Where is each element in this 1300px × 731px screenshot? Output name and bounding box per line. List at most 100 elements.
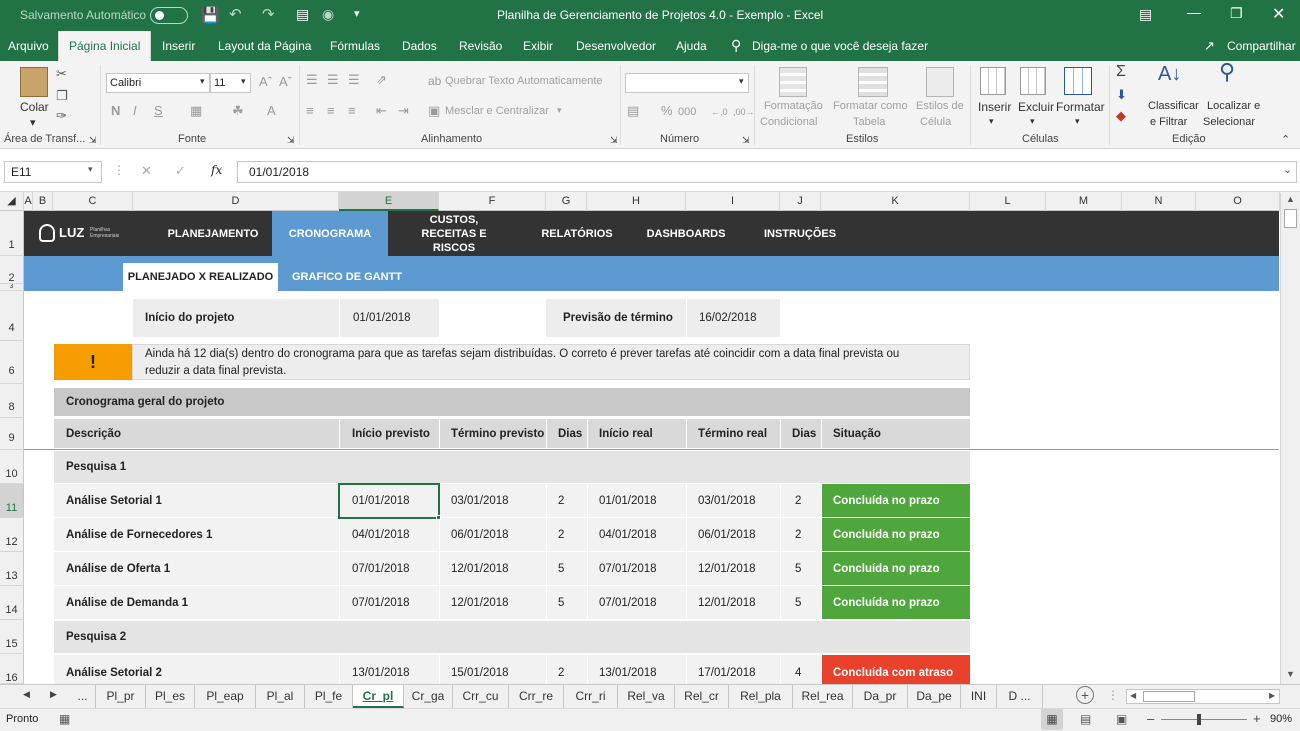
italic-icon[interactable]: I xyxy=(133,104,137,118)
task-dr-cell[interactable]: 4 xyxy=(781,655,821,684)
row-header-selected[interactable]: 11 xyxy=(0,484,24,518)
task-tp-cell[interactable]: 03/01/2018 xyxy=(440,484,546,517)
col-header-n[interactable]: N xyxy=(1122,192,1196,211)
redo-icon[interactable]: ↷ xyxy=(262,5,275,23)
fill-icon[interactable]: ⬇ xyxy=(1116,88,1127,102)
row-header[interactable]: 14 xyxy=(0,586,24,620)
task-desc-cell[interactable]: Análise Setorial 1 xyxy=(54,484,339,517)
print-preview-icon[interactable]: ▤ xyxy=(296,6,309,23)
sheet-tab-pl-fe[interactable]: Pl_fe xyxy=(305,685,353,708)
select-all[interactable]: ◢ xyxy=(0,192,24,211)
cut-icon[interactable]: ✂ xyxy=(56,67,67,81)
align-center-icon[interactable]: ≡ xyxy=(327,104,335,118)
zoom-in-icon[interactable]: + xyxy=(1253,711,1261,726)
subtab-gantt[interactable]: GRAFICO DE GANTT xyxy=(284,263,410,291)
find-select-button[interactable]: Localizar e xyxy=(1207,100,1260,112)
confirm-entry-icon[interactable]: ✓ xyxy=(175,163,186,179)
ribbon-display-icon[interactable]: ▤ xyxy=(1139,6,1152,23)
autosave-toggle[interactable] xyxy=(150,7,188,24)
col-header-h[interactable]: H xyxy=(587,192,686,211)
row-header[interactable]: 3 xyxy=(0,284,24,291)
tab-desenvolvedor[interactable]: Desenvolvedor xyxy=(574,31,658,61)
more-sheets-left[interactable]: ... xyxy=(70,685,96,708)
format-as-table-label[interactable]: Formatar como xyxy=(833,100,908,112)
expand-formula-icon[interactable]: ⌄ xyxy=(1283,163,1292,176)
task-ip-cell[interactable]: 13/01/2018 xyxy=(340,655,439,684)
task-dp-cell[interactable]: 5 xyxy=(547,586,587,619)
task-tp-cell[interactable]: 12/01/2018 xyxy=(440,586,546,619)
col-header-i[interactable]: I xyxy=(686,192,780,211)
delete-cells-icon[interactable] xyxy=(1020,67,1046,95)
task-tp-cell[interactable]: 15/01/2018 xyxy=(440,655,546,684)
status-badge[interactable]: Concluída no prazo xyxy=(822,586,970,619)
status-badge[interactable]: Concluída no prazo xyxy=(822,518,970,551)
nav-custos[interactable]: CUSTOS, RECEITAS E RISCOS xyxy=(403,211,505,256)
clear-icon[interactable]: ◆ xyxy=(1116,109,1126,123)
row-header[interactable]: 15 xyxy=(0,620,24,654)
nav-cronograma[interactable]: CRONOGRAMA xyxy=(272,211,388,256)
sheet-tab-crr-ri[interactable]: Crr_ri xyxy=(564,685,618,708)
sort-filter-icon[interactable]: A↓ xyxy=(1158,64,1181,84)
camera-icon[interactable]: ◉ xyxy=(322,6,334,23)
tab-formulas[interactable]: Fórmulas xyxy=(328,31,382,61)
find-select-label2[interactable]: Selecionar xyxy=(1203,116,1255,128)
col-header-g[interactable]: G xyxy=(546,192,587,211)
task-ir-cell[interactable]: 01/01/2018 xyxy=(588,484,686,517)
nav-relatorios[interactable]: RELATÓRIOS xyxy=(530,211,624,256)
task-tr-cell[interactable]: 06/01/2018 xyxy=(687,518,780,551)
scroll-right-icon[interactable]: ▶ xyxy=(1269,691,1275,700)
row-header[interactable]: 6 xyxy=(0,341,24,384)
format-painter-icon[interactable]: ✑ xyxy=(56,109,67,123)
tab-inserir[interactable]: Inserir xyxy=(160,31,197,61)
merge-center-button[interactable]: Mesclar e Centralizar xyxy=(445,105,549,117)
share-button[interactable]: Compartilhar xyxy=(1225,31,1298,61)
sheet-tab-rel-pla[interactable]: Rel_pla xyxy=(729,685,793,708)
insert-cells-icon[interactable] xyxy=(980,67,1006,95)
status-badge[interactable]: Concluída no prazo xyxy=(822,552,970,585)
task-tp-cell[interactable]: 12/01/2018 xyxy=(440,552,546,585)
col-header-m[interactable]: M xyxy=(1046,192,1122,211)
copy-icon[interactable]: ❐ xyxy=(56,89,68,103)
status-badge[interactable]: Concluída no prazo xyxy=(822,484,970,517)
row-header[interactable]: 8 xyxy=(0,384,24,418)
status-badge[interactable]: Concluída com atraso xyxy=(822,655,970,684)
task-dp-cell[interactable]: 2 xyxy=(547,484,587,517)
sheet-tab-rel-cr[interactable]: Rel_cr xyxy=(675,685,729,708)
align-bottom-icon[interactable]: ☰ xyxy=(348,73,360,87)
col-header-d[interactable]: D xyxy=(133,192,339,211)
task-ir-cell[interactable]: 07/01/2018 xyxy=(588,586,686,619)
formula-input[interactable]: 01/01/2018 xyxy=(237,161,1297,183)
task-desc-cell[interactable]: Análise de Demanda 1 xyxy=(54,586,339,619)
task-ir-cell[interactable]: 13/01/2018 xyxy=(588,655,686,684)
nav-dashboards[interactable]: DASHBOARDS xyxy=(639,211,733,256)
col-header-a[interactable]: A xyxy=(24,192,33,211)
task-dr-cell[interactable]: 5 xyxy=(781,586,821,619)
task-desc-cell[interactable]: Análise de Fornecedores 1 xyxy=(54,518,339,551)
decrease-indent-icon[interactable]: ⇤ xyxy=(376,104,387,118)
zoom-level[interactable]: 90% xyxy=(1270,713,1292,725)
autosum-icon[interactable]: Σ xyxy=(1116,64,1126,80)
sort-filter-label2[interactable]: e Filtrar xyxy=(1150,116,1187,128)
group-row[interactable]: Pesquisa 1 xyxy=(54,451,970,483)
increase-indent-icon[interactable]: ⇥ xyxy=(398,104,409,118)
page-break-view-icon[interactable]: ▣ xyxy=(1116,712,1127,726)
sheet-tab-rel-rea[interactable]: Rel_rea xyxy=(793,685,853,708)
borders-icon[interactable]: ▦ xyxy=(190,104,202,118)
sheet-tab-crr-re[interactable]: Crr_re xyxy=(509,685,564,708)
insert-cells-button[interactable]: Inserir xyxy=(978,100,1011,114)
normal-view-icon[interactable]: ▦ xyxy=(1041,709,1063,730)
delete-cells-button[interactable]: Excluir xyxy=(1018,100,1054,114)
col-header-l[interactable]: L xyxy=(970,192,1046,211)
tell-me-search[interactable]: Diga-me o que você deseja fazer xyxy=(750,31,930,61)
more-sheets-right[interactable]: D ... xyxy=(997,685,1043,708)
col-header-f[interactable]: F xyxy=(439,192,546,211)
task-tp-cell[interactable]: 06/01/2018 xyxy=(440,518,546,551)
row-header[interactable]: 9 xyxy=(0,418,24,450)
col-header-b[interactable]: B xyxy=(33,192,53,211)
sheet-tab-pl-es[interactable]: Pl_es xyxy=(146,685,195,708)
col-header-j[interactable]: J xyxy=(780,192,821,211)
prev-sheet-icon[interactable]: ◀ xyxy=(23,689,30,700)
task-desc-cell[interactable]: Análise de Oferta 1 xyxy=(54,552,339,585)
row-header[interactable]: 12 xyxy=(0,518,24,552)
add-sheet-icon[interactable]: + xyxy=(1076,686,1094,704)
